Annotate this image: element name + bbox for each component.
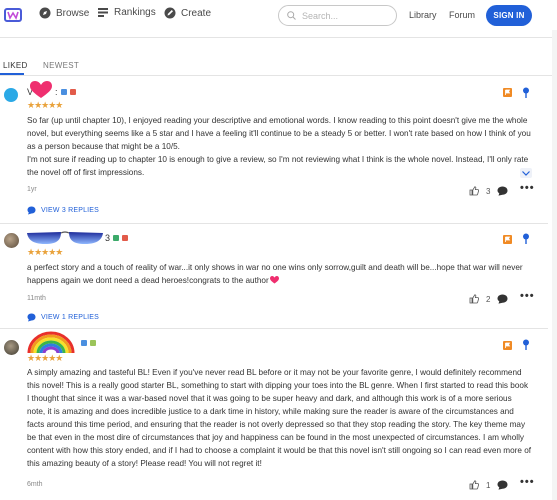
more-options-icon[interactable]: ••• [520,476,535,488]
chevron-down-icon [522,170,530,176]
thumbs-up-icon [469,480,479,490]
flag-icon[interactable] [503,88,512,97]
rankings-icon [98,8,108,17]
review-item: V : ★★★★★ So far (up until chapter 10), … [0,76,552,223]
top-nav: Browse Rankings Create Library Forum SIG… [0,0,557,30]
nav-create-label: Create [181,7,212,19]
view-replies-label: VIEW 1 REPLIES [41,314,100,321]
expand-button[interactable] [520,168,532,178]
avatar[interactable] [4,340,19,355]
review-item: ★★★★★ A simply amazing and tasteful BL! … [0,329,552,500]
tab-newest[interactable]: NEWEST [43,61,79,70]
review-user[interactable] [27,331,96,355]
more-options-icon[interactable]: ••• [520,290,535,302]
rainbow-icon [27,331,75,354]
avatar[interactable] [4,233,19,248]
review-user[interactable]: 3 [27,230,129,246]
review-paragraph: I'm not sure if reading up to chapter 10… [27,155,529,177]
thumbs-up-icon [469,186,479,196]
review-item: 3 ★★★★★ a perfect story and a touch of r… [0,224,552,327]
username-suffix: : [55,87,58,97]
search-icon [287,11,296,20]
nav-browse[interactable]: Browse [39,7,89,19]
search-input[interactable] [302,10,382,21]
create-icon [164,7,176,19]
nav-rankings[interactable]: Rankings [98,7,156,18]
view-replies-button[interactable]: VIEW 3 REPLIES [27,206,99,215]
thumbs-up-icon [469,294,479,304]
pin-icon[interactable] [522,87,530,98]
nav-browse-label: Browse [56,7,90,19]
review-time: 6mth [27,481,43,488]
reply-icon[interactable] [497,294,508,304]
heart-icon [30,81,53,98]
view-replies-label: VIEW 3 REPLIES [41,207,100,214]
view-replies-button[interactable]: VIEW 1 REPLIES [27,313,99,322]
sign-in-button[interactable]: SIGN IN [486,5,532,26]
badge-icon [113,235,120,241]
reply-icon[interactable] [497,186,508,196]
like-count: 1 [486,480,491,490]
rating-stars: ★★★★★ [27,353,63,363]
like-button[interactable]: 3 [469,186,490,196]
rating-stars: ★★★★★ [27,100,63,110]
flag-icon[interactable] [503,235,512,244]
nav-create[interactable]: Create [164,7,211,19]
like-button[interactable]: 2 [469,294,490,304]
comment-icon [27,313,36,322]
scrollbar[interactable] [552,30,557,500]
badge-icon [122,235,129,241]
review-text: A simply amazing and tasteful BL! Even i… [27,366,532,470]
forum-link[interactable]: Forum [449,10,475,20]
badge-icon [69,89,76,95]
review-text: So far (up until chapter 10), I enjoyed … [27,114,532,179]
badge-icon [81,340,87,346]
badge-icon [90,340,96,346]
review-paragraph: A simply amazing and tasteful BL! Even i… [27,368,532,468]
reply-icon[interactable] [497,480,508,490]
badge-icon [60,89,67,95]
review-user[interactable]: V : [27,81,76,99]
more-options-icon[interactable]: ••• [520,182,535,194]
pin-icon[interactable] [522,233,530,244]
nav-rankings-label: Rankings [114,7,156,18]
sunglasses-icon [27,231,103,244]
like-count: 2 [486,294,491,304]
tab-liked[interactable]: LIKED [3,61,28,70]
library-link[interactable]: Library [409,10,437,20]
avatar[interactable] [4,88,18,102]
divider [0,37,552,38]
flag-icon[interactable] [503,341,512,350]
review-time: 11mth [27,295,46,302]
review-text: a perfect story and a touch of reality o… [27,261,532,287]
heart-icon [269,276,279,284]
review-paragraph: So far (up until chapter 10), I enjoyed … [27,116,531,151]
compass-icon [39,7,51,19]
rating-stars: ★★★★★ [27,247,63,257]
pin-icon[interactable] [522,339,530,350]
like-count: 3 [486,186,491,196]
logo-icon[interactable] [4,6,22,24]
comment-icon [27,206,36,215]
username-suffix: 3 [105,233,111,243]
review-time: 1yr [27,186,37,193]
search-box[interactable] [278,5,397,26]
like-button[interactable]: 1 [469,480,490,490]
